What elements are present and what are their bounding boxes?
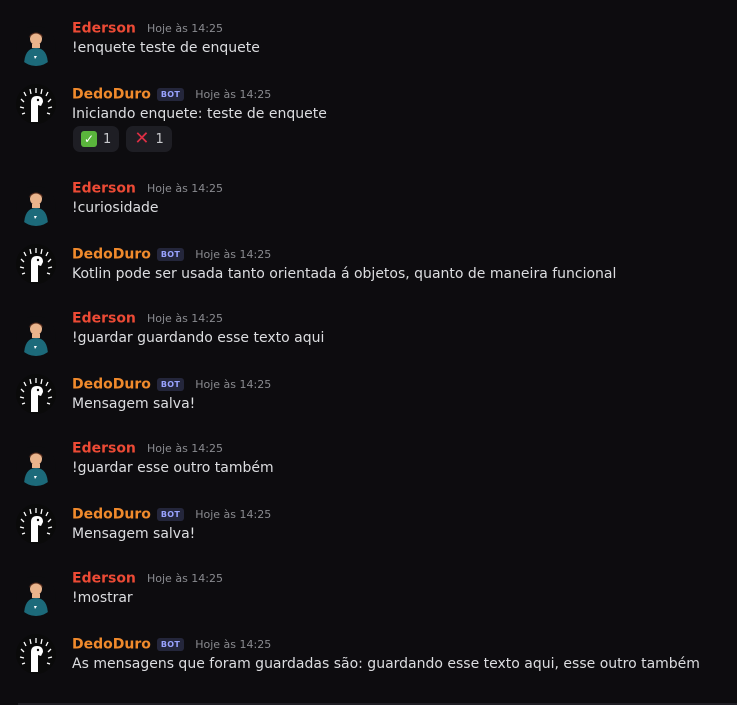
author-name[interactable]: DedoDuro [72,87,151,103]
message-header: DedoDuro BOT Hoje às 14:25 [72,634,271,654]
message-header: DedoDuro BOT Hoje às 14:25 [72,244,271,264]
message-header: Ederson Hoje às 14:25 [72,308,223,328]
bot-avatar[interactable] [16,84,56,124]
author-name[interactable]: DedoDuro [72,247,151,263]
author-name[interactable]: DedoDuro [72,637,151,653]
timestamp: Hoje às 14:25 [195,508,272,521]
message-text: Kotlin pode ser usada tanto orientada á … [72,266,617,282]
message-text: Mensagem salva! [72,526,196,542]
message-header: DedoDuro BOT Hoje às 14:25 [72,374,271,394]
author-name[interactable]: Ederson [72,571,136,587]
bot-badge: BOT [156,638,185,651]
timestamp: Hoje às 14:25 [147,442,223,455]
timestamp: Hoje às 14:25 [195,638,272,651]
message-text: Iniciando enquete: teste de enquete [72,106,327,122]
author-name[interactable]: DedoDuro [72,507,151,523]
timestamp: Hoje às 14:25 [147,182,223,195]
message-header: Ederson Hoje às 14:25 [72,18,223,38]
author-name[interactable]: Ederson [72,21,136,37]
bot-badge: BOT [156,248,185,261]
cross-mark-icon: ✕ [134,128,150,149]
user-avatar[interactable] [16,26,56,66]
bot-avatar[interactable] [16,634,56,674]
message-text: !guardar guardando esse texto aqui [72,330,325,346]
bot-avatar[interactable] [16,504,56,544]
message-text: !curiosidade [72,200,159,216]
message-text: !mostrar [72,590,133,606]
bot-badge: BOT [156,378,185,391]
user-avatar[interactable] [16,316,56,356]
reaction-cross[interactable]: ✕ 1 [126,126,172,152]
bot-avatar[interactable] [16,244,56,284]
bot-badge: BOT [156,508,185,521]
author-name[interactable]: Ederson [72,181,136,197]
reaction-count: 1 [103,131,112,147]
message-header: DedoDuro BOT Hoje às 14:25 [72,504,271,524]
author-name[interactable]: Ederson [72,311,136,327]
message-header: Ederson Hoje às 14:25 [72,178,223,198]
check-mark-icon: ✓ [81,131,97,147]
user-avatar[interactable] [16,186,56,226]
timestamp: Hoje às 14:25 [147,572,223,585]
message-header: Ederson Hoje às 14:25 [72,568,223,588]
timestamp: Hoje às 14:25 [195,378,272,391]
author-name[interactable]: DedoDuro [72,377,151,393]
timestamp: Hoje às 14:25 [147,22,223,35]
timestamp: Hoje às 14:25 [147,312,223,325]
message-text: !enquete teste de enquete [72,40,260,56]
reaction-count: 1 [155,131,164,147]
bot-badge: BOT [156,88,185,101]
message-text: Mensagem salva! [72,396,196,412]
timestamp: Hoje às 14:25 [195,88,272,101]
reactions: ✓ 1 ✕ 1 [73,126,174,152]
user-avatar[interactable] [16,576,56,616]
author-name[interactable]: Ederson [72,441,136,457]
message-text: !guardar esse outro também [72,460,274,476]
message-header: DedoDuro BOT Hoje às 14:25 [72,84,271,104]
timestamp: Hoje às 14:25 [195,248,272,261]
reaction-check[interactable]: ✓ 1 [73,126,120,152]
bot-avatar[interactable] [16,374,56,414]
user-avatar[interactable] [16,446,56,486]
message-header: Ederson Hoje às 14:25 [72,438,223,458]
message-text: As mensagens que foram guardadas são: gu… [72,656,700,672]
